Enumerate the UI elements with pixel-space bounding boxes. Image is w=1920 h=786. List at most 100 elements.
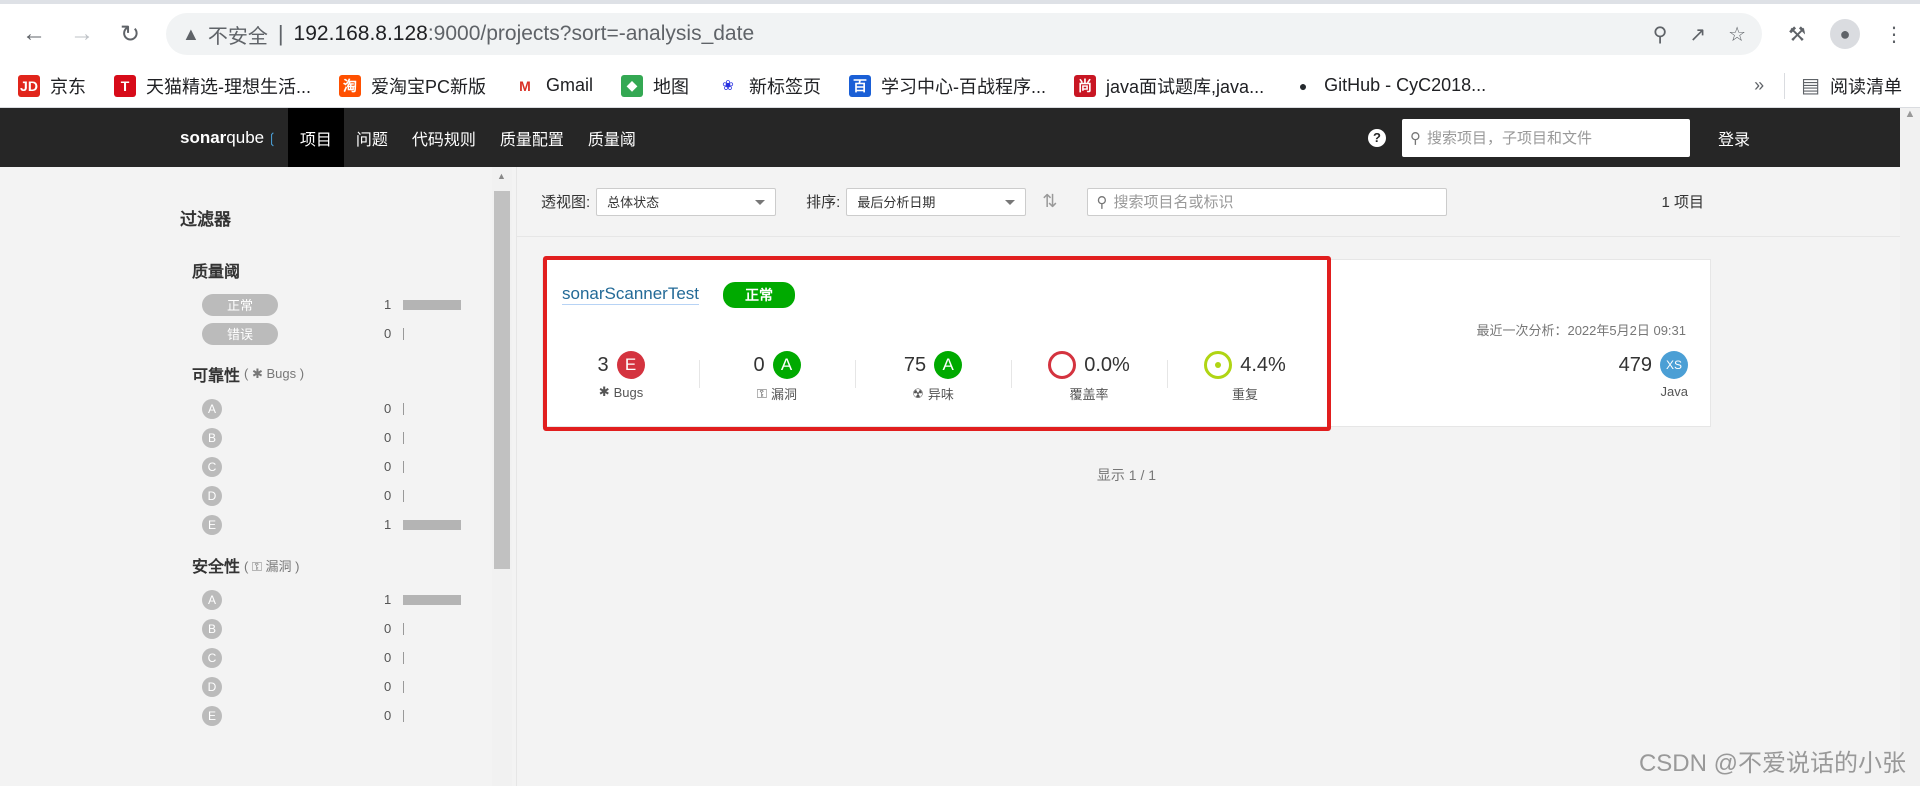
bz-icon: 百 [849,74,872,97]
bookmark-item[interactable]: 淘爱淘宝PC新版 [339,73,486,99]
facet-bar [403,489,404,502]
profile-avatar-icon[interactable]: ● [1830,19,1860,49]
bookmark-item[interactable]: T 天猫精选-理想生活... [114,73,311,99]
sidebar-scroll-thumb[interactable] [494,191,510,569]
bookmark-item[interactable]: 百学习中心-百战程序... [849,73,1046,99]
facet-row[interactable]: E0 [192,701,472,730]
sort-value: 最后分析日期 [857,195,936,210]
bookmarks-bar: JD 京东 T 天猫精选-理想生活... 淘爱淘宝PC新版 M Gmail ◆ 地图 ❀ 新标签页 百… [0,64,1920,108]
bookmark-label: GitHub - CyC2018... [1324,75,1487,95]
back-icon[interactable]: ← [16,16,52,52]
filters-title: 过滤器 [180,210,231,229]
share-icon[interactable]: ↗ [1689,22,1706,47]
facet-count: 0 [384,326,392,341]
bookmarks-more-icon[interactable]: » [1754,75,1764,96]
sonar-waves-icon: ❲ [266,129,278,146]
facet-row[interactable]: D0 [192,672,472,701]
facet-count: 0 [384,708,392,723]
sort-label: 排序: [806,194,841,211]
rating-option: A [202,589,222,610]
reading-list-label: 阅读清单 [1830,76,1902,97]
login-link[interactable]: 登录 [1718,126,1750,150]
facet-row[interactable]: 正常 1 [192,290,472,319]
zoom-icon[interactable]: ⚲ [1653,22,1668,47]
reliability-title: 可靠性 [192,368,241,385]
nav-rules[interactable]: 代码规则 [400,108,488,167]
bookmark-item[interactable]: M Gmail [514,74,593,97]
facet-bar [403,651,404,664]
warning-icon[interactable]: ▲ [182,24,200,45]
nav-quality-gates[interactable]: 质量阈 [576,108,648,167]
sidebar-scrollbar[interactable]: ▲ [492,167,512,786]
facet-count: 0 [384,459,392,474]
annotation-highlight-box [543,256,1331,431]
bookmarks-divider [1784,72,1786,99]
jd-icon: JD [18,74,40,97]
rating-option: E [202,514,222,535]
bookmark-label: 京东 [50,76,86,97]
metric-size[interactable]: 479 XS Java [1619,350,1688,399]
facet-bar [403,431,404,444]
facet-option-pill: 正常 [202,293,278,316]
rating-option: B [202,618,222,639]
size-rating: XS [1660,351,1688,379]
page-scrollbar[interactable] [1900,167,1920,786]
facet-row[interactable]: B0 [192,614,472,643]
github-icon: ● [1292,74,1315,97]
project-search-input[interactable]: ⚲ 搜索项目名或标识 [1087,187,1448,216]
reload-icon[interactable]: ↻ [112,16,148,52]
facet-count: 0 [384,430,392,445]
last-analysis-date: 最近一次分析：2022年5月2日 09:31 [1476,323,1686,338]
project-search-placeholder: 搜索项目名或标识 [1113,194,1234,211]
star-icon[interactable]: ☆ [1728,22,1746,47]
address-bar[interactable]: ▲ 不安全 | 192.168.8.128:9000/projects?sort… [166,13,1763,55]
project-count: 1 项目 [1661,194,1704,211]
facet-row[interactable]: C0 [192,643,472,672]
forward-icon[interactable]: → [64,16,100,52]
global-search-input[interactable]: ⚲ 搜索项目，子项目和文件 [1401,118,1690,157]
facet-row[interactable]: E1 [192,510,472,539]
bookmark-label: 爱淘宝PC新版 [371,76,487,97]
facet-row[interactable]: 错误 0 [192,319,472,348]
facet-count: 0 [384,401,392,416]
rating-option: E [202,705,222,726]
logo-qube: qube [226,127,265,147]
search-icon: ⚲ [1409,129,1421,147]
projects-main: 透视图: 总体状态 排序: 最后分析日期 ⇅ ⚲ 搜索项目名或标识 1 项目 s… [517,167,1920,786]
bookmark-item[interactable]: ● GitHub - CyC2018... [1292,74,1487,97]
perspective-label: 透视图: [541,194,591,211]
reading-list-icon: ▤ [1801,75,1820,97]
reliability-sub-label: Bugs [266,366,297,381]
facet-row[interactable]: C0 [192,452,472,481]
page-scrollbar-top[interactable]: ▲ [1900,108,1920,167]
scroll-up-icon[interactable]: ▲ [497,171,506,181]
facet-title-reliability: 可靠性 ( ✱ Bugs ) [192,362,472,386]
bookmark-item[interactable]: 尚 java面试题库,java... [1074,73,1264,99]
bookmark-item[interactable]: ◆ 地图 [621,73,689,99]
url-text[interactable]: 192.168.8.128:9000/projects?sort=-analys… [294,22,755,46]
facet-title-security: 安全性 ( ⚿ 漏洞 ) [192,553,472,577]
reading-list-button[interactable]: ▤ 阅读清单 [1801,73,1902,99]
nav-projects[interactable]: 项目 [287,108,344,167]
facet-row[interactable]: A1 [192,585,472,614]
nav-issues[interactable]: 问题 [344,108,400,167]
sort-select[interactable]: 最后分析日期 [846,187,1027,216]
facet-row[interactable]: D0 [192,481,472,510]
facet-row[interactable]: B0 [192,423,472,452]
menu-kebab-icon[interactable]: ⋮ [1884,22,1904,47]
sonarqube-navbar: sonar qube ❲ 项目 问题 代码规则 质量配置 质量阈 ? ⚲ 搜索项目，… [0,108,1920,167]
bookmark-label: 新标签页 [749,76,822,97]
facet-row[interactable]: A0 [192,394,472,423]
help-icon[interactable]: ? [1367,128,1386,147]
nav-quality-profiles[interactable]: 质量配置 [488,108,576,167]
url-path: :9000/projects?sort=-analysis_date [427,22,755,45]
sort-direction-icon[interactable]: ⇅ [1042,191,1057,212]
perspective-select[interactable]: 总体状态 [596,187,777,216]
facet-option-pill: 错误 [202,322,278,345]
bookmark-item[interactable]: ❀ 新标签页 [717,73,821,99]
size-language: Java [1660,384,1688,399]
bookmark-item[interactable]: JD 京东 [18,73,86,99]
sonarqube-logo[interactable]: sonar qube ❲ [180,128,278,148]
watermark: CSDN @不爱说话的小张 [1638,750,1906,777]
extensions-icon[interactable]: ⚒ [1788,22,1806,47]
